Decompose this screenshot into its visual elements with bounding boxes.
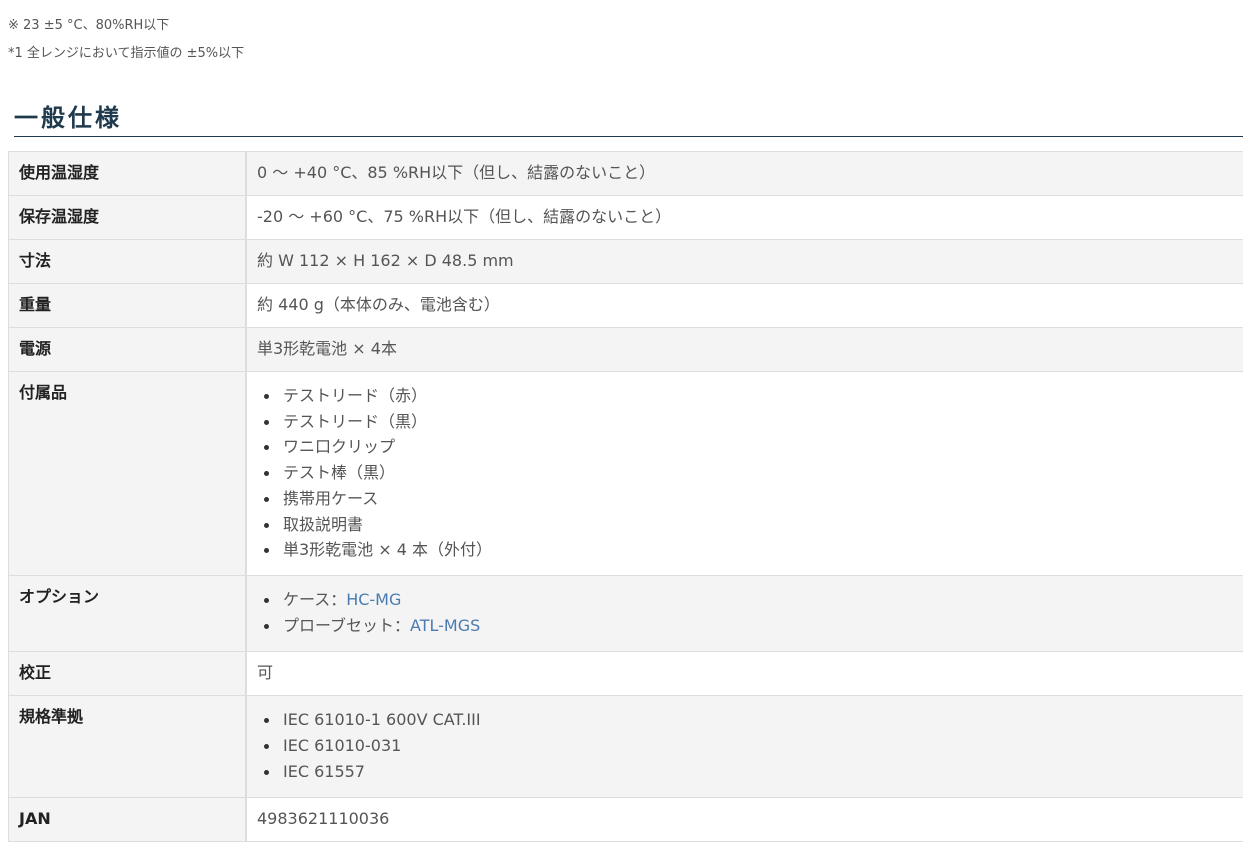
footnotes: ※ 23 ±5 °C、80%RH以下 *1 全レンジにおいて指示値の ±5%以下 xyxy=(8,12,244,68)
spec-label: 使用温湿度 xyxy=(8,151,247,196)
list-item: テストリード（黒） xyxy=(257,409,1233,435)
spec-label: 付属品 xyxy=(8,371,247,576)
spec-value: 0 ～ +40 °C、85 %RH以下（但し、結露のないこと） xyxy=(246,151,1243,196)
spec-label: 重量 xyxy=(8,283,247,328)
list-item: IEC 61010-1 600V CAT.III xyxy=(257,707,1233,733)
spec-row-calibration: 校正 可 xyxy=(8,650,1243,696)
option-link-case[interactable]: HC-MG xyxy=(346,590,401,609)
spec-row-accessories: 付属品 テストリード（赤） テストリード（黒） ワニ口クリップ テスト棒（黒） … xyxy=(8,371,1243,576)
list-item: プローブセット：ATL-MGS xyxy=(257,613,1233,639)
spec-label: 校正 xyxy=(8,650,247,696)
spec-value: ケース：HC-MG プローブセット：ATL-MGS xyxy=(246,574,1243,652)
list-item: IEC 61557 xyxy=(257,759,1233,785)
spec-label: 規格準拠 xyxy=(8,694,247,798)
list-item: ワニ口クリップ xyxy=(257,434,1233,460)
spec-value: テストリード（赤） テストリード（黒） ワニ口クリップ テスト棒（黒） 携帯用ケ… xyxy=(246,371,1243,576)
spec-row-dimensions: 寸法 約 W 112 × H 162 × D 48.5 mm xyxy=(8,239,1243,284)
option-prefix: ケース： xyxy=(283,589,347,609)
spec-label: オプション xyxy=(8,574,247,652)
section-heading: 一般仕様 xyxy=(14,100,1243,137)
footnote-accuracy: *1 全レンジにおいて指示値の ±5%以下 xyxy=(8,46,245,61)
spec-value: 約 440 g（本体のみ、電池含む） xyxy=(246,283,1243,328)
spec-row-jan: JAN 4983621110036 xyxy=(8,796,1243,842)
spec-row-storage-env: 保存温湿度 -20 ～ +60 °C、75 %RH以下（但し、結露のないこと） xyxy=(8,195,1243,240)
spec-value: 可 xyxy=(246,650,1243,696)
standards-list: IEC 61010-1 600V CAT.III IEC 61010-031 I… xyxy=(257,707,1233,785)
spec-table: 使用温湿度 0 ～ +40 °C、85 %RH以下（但し、結露のないこと） 保存… xyxy=(8,151,1243,842)
spec-value: IEC 61010-1 600V CAT.III IEC 61010-031 I… xyxy=(246,694,1243,798)
spec-row-standards: 規格準拠 IEC 61010-1 600V CAT.III IEC 61010-… xyxy=(8,694,1243,798)
accessory-list: テストリード（赤） テストリード（黒） ワニ口クリップ テスト棒（黒） 携帯用ケ… xyxy=(257,383,1233,563)
spec-row-operating-env: 使用温湿度 0 ～ +40 °C、85 %RH以下（但し、結露のないこと） xyxy=(8,151,1243,196)
list-item: IEC 61010-031 xyxy=(257,733,1233,759)
option-link-probe-set[interactable]: ATL-MGS xyxy=(410,616,480,635)
list-item: ケース：HC-MG xyxy=(257,587,1233,613)
section-title: 一般仕様 xyxy=(14,104,122,132)
spec-value: 単3形乾電池 × 4本 xyxy=(246,327,1243,372)
list-item: 取扱説明書 xyxy=(257,512,1233,538)
spec-label: JAN xyxy=(8,796,247,842)
list-item: テストリード（赤） xyxy=(257,383,1233,409)
spec-row-power: 電源 単3形乾電池 × 4本 xyxy=(8,327,1243,372)
list-item: 単3形乾電池 × 4 本（外付） xyxy=(257,537,1233,563)
footnote-conditions: ※ 23 ±5 °C、80%RH以下 xyxy=(8,18,170,33)
spec-label: 電源 xyxy=(8,327,247,372)
list-item: 携帯用ケース xyxy=(257,486,1233,512)
spec-row-weight: 重量 約 440 g（本体のみ、電池含む） xyxy=(8,283,1243,328)
list-item: テスト棒（黒） xyxy=(257,460,1233,486)
option-prefix: プローブセット： xyxy=(283,615,411,635)
option-list: ケース：HC-MG プローブセット：ATL-MGS xyxy=(257,587,1233,639)
spec-label: 保存温湿度 xyxy=(8,195,247,240)
spec-value: -20 ～ +60 °C、75 %RH以下（但し、結露のないこと） xyxy=(246,195,1243,240)
spec-value: 約 W 112 × H 162 × D 48.5 mm xyxy=(246,239,1243,284)
spec-value: 4983621110036 xyxy=(246,796,1243,842)
spec-row-options: オプション ケース：HC-MG プローブセット：ATL-MGS xyxy=(8,574,1243,652)
spec-label: 寸法 xyxy=(8,239,247,284)
